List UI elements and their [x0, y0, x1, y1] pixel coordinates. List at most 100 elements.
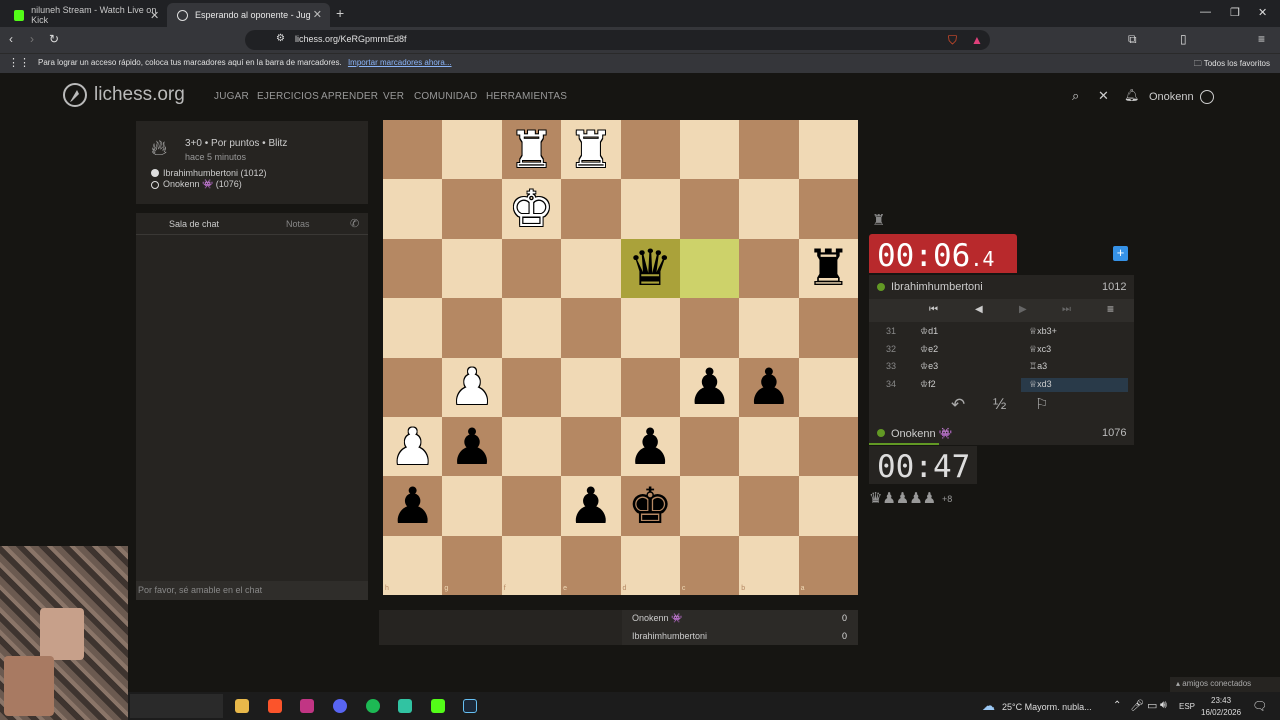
close-window-button[interactable]: ✕ — [1258, 6, 1267, 19]
square-e2[interactable] — [561, 179, 621, 239]
friends-online[interactable]: ▴ amigos conectados — [1170, 677, 1280, 692]
square-a2[interactable] — [798, 179, 858, 239]
white-pawn[interactable]: ♟ — [442, 358, 501, 417]
add-time-button[interactable]: + — [1113, 246, 1128, 261]
square-a1[interactable] — [798, 120, 858, 180]
menu-ejercicios[interactable]: EJERCICIOS — [257, 91, 319, 102]
menu-ver[interactable]: VER — [383, 91, 404, 102]
white-move[interactable]: ♔f2 — [920, 379, 936, 390]
volume-icon[interactable]: 🔊︎ — [1160, 699, 1167, 712]
close-tab-icon[interactable]: ✕ — [313, 8, 322, 21]
black-pawn[interactable]: ♟ — [739, 358, 798, 417]
url-text[interactable]: lichess.org/KeRGpmrmEd8f — [295, 34, 407, 44]
black-rook[interactable]: ♜ — [799, 239, 858, 298]
black-pawn[interactable]: ♟ — [442, 417, 501, 476]
tab-chat-room[interactable]: Sala de chat — [169, 219, 219, 229]
discord-icon[interactable] — [333, 699, 347, 713]
white-pawn[interactable]: ♟ — [383, 417, 442, 476]
black-move[interactable]: ♕xd3 — [1029, 379, 1052, 390]
square-h1[interactable] — [383, 120, 443, 180]
black-pawn[interactable]: ♟ — [561, 476, 620, 535]
square-g3[interactable] — [442, 238, 502, 299]
instagram-icon[interactable] — [300, 699, 314, 713]
square-d2[interactable] — [620, 179, 680, 239]
square-a8[interactable] — [798, 535, 858, 595]
black-move[interactable]: ♖a3 — [1029, 361, 1047, 372]
spotify-icon[interactable] — [366, 699, 380, 713]
back-icon[interactable]: ‹ — [9, 32, 13, 46]
black-pawn[interactable]: ♟ — [621, 417, 680, 476]
black-move[interactable]: ♕xc3 — [1029, 344, 1051, 355]
resign-flag-icon[interactable]: ⚐ — [1035, 395, 1048, 413]
square-c2[interactable] — [679, 179, 740, 239]
square-h4[interactable] — [383, 298, 443, 358]
white-king[interactable]: ♚ — [502, 179, 561, 238]
square-a4[interactable] — [798, 298, 858, 358]
square-e8[interactable] — [561, 535, 621, 595]
weather-text[interactable]: 25°C Mayorm. nubla... — [1002, 702, 1092, 712]
tab-kick[interactable]: niluneh Stream - Watch Live on Kick — [4, 3, 164, 27]
square-h2[interactable] — [383, 179, 443, 239]
square-g7[interactable] — [442, 476, 502, 536]
square-h8[interactable] — [383, 535, 443, 595]
menu-icon[interactable]: ≡ — [1258, 32, 1265, 46]
import-bookmarks-link[interactable]: Importar marcadores ahora... — [348, 58, 452, 67]
square-f5[interactable] — [501, 357, 562, 417]
square-a7[interactable] — [798, 476, 858, 536]
square-d4[interactable] — [620, 298, 680, 358]
network-icon[interactable]: ▭ — [1147, 699, 1157, 712]
square-d5[interactable] — [620, 357, 680, 417]
white-move[interactable]: ♔d1 — [920, 326, 938, 337]
black-player[interactable]: Onokenn 👾 (1076) — [163, 179, 242, 190]
last-move-icon[interactable]: ⏭ — [1062, 304, 1071, 315]
white-player[interactable]: Ibrahimhumbertoni (1012) — [163, 168, 267, 178]
square-b1[interactable] — [739, 120, 799, 180]
next-move-icon[interactable]: ▶ — [1019, 304, 1027, 315]
clock-date[interactable]: 16/02/2026 — [1201, 708, 1241, 717]
white-move[interactable]: ♔e3 — [920, 361, 938, 372]
takeback-icon[interactable]: ↶ — [951, 395, 965, 415]
square-b7[interactable] — [739, 476, 799, 536]
new-tab-button[interactable]: + — [336, 5, 344, 21]
square-g2[interactable] — [442, 179, 502, 239]
square-e6[interactable] — [561, 416, 621, 477]
tab-notes[interactable]: Notas — [286, 219, 310, 229]
steam-icon[interactable] — [463, 699, 477, 713]
kick-icon[interactable] — [431, 699, 445, 713]
tab-lichess[interactable]: Esperando al oponente - Jug ✕ — [167, 3, 330, 27]
square-c6[interactable] — [679, 416, 740, 477]
square-b8[interactable] — [739, 535, 799, 595]
challenges-icon[interactable]: ✕ — [1098, 88, 1109, 104]
square-d8[interactable] — [620, 535, 680, 595]
square-c4[interactable] — [679, 298, 740, 358]
square-e3[interactable] — [561, 238, 621, 299]
black-queen[interactable]: ♛ — [621, 239, 680, 298]
square-e4[interactable] — [561, 298, 621, 358]
streamlabs-icon[interactable] — [398, 699, 412, 713]
search-icon[interactable]: ⌕ — [1072, 88, 1079, 104]
square-g1[interactable] — [442, 120, 502, 180]
white-move[interactable]: ♔e2 — [920, 344, 938, 355]
extensions-icon[interactable]: ⧉ — [1128, 32, 1137, 47]
close-tab-icon[interactable]: ✕ — [150, 3, 160, 27]
menu-herramientas[interactable]: HERRAMIENTAS — [486, 91, 567, 102]
minimize-button[interactable]: — — [1200, 6, 1211, 18]
clock-time[interactable]: 23:43 — [1211, 696, 1231, 705]
square-e5[interactable] — [561, 357, 621, 417]
lichess-logo[interactable]: lichess.org — [62, 82, 185, 108]
first-move-icon[interactable]: ⏮ — [929, 304, 938, 315]
menu-icon[interactable]: ≡ — [1107, 302, 1114, 316]
square-b4[interactable] — [739, 298, 799, 358]
menu-aprender[interactable]: APRENDER — [321, 91, 378, 102]
tray-overflow-icon[interactable]: ⌃ — [1113, 700, 1121, 711]
sidebar-icon[interactable]: ▯ — [1180, 32, 1187, 46]
square-c3[interactable] — [679, 238, 740, 299]
taskbar-search[interactable] — [130, 694, 223, 718]
menu-jugar[interactable]: JUGAR — [214, 91, 249, 102]
black-king[interactable]: ♚ — [621, 476, 680, 535]
square-h3[interactable] — [383, 238, 443, 299]
square-c7[interactable] — [679, 476, 740, 536]
opponent-name[interactable]: Ibrahimhumbertoni — [891, 281, 983, 293]
brave-shield-icon[interactable]: ⛉ — [948, 33, 957, 48]
notifications-icon[interactable]: 🔔︎ — [1124, 88, 1139, 102]
